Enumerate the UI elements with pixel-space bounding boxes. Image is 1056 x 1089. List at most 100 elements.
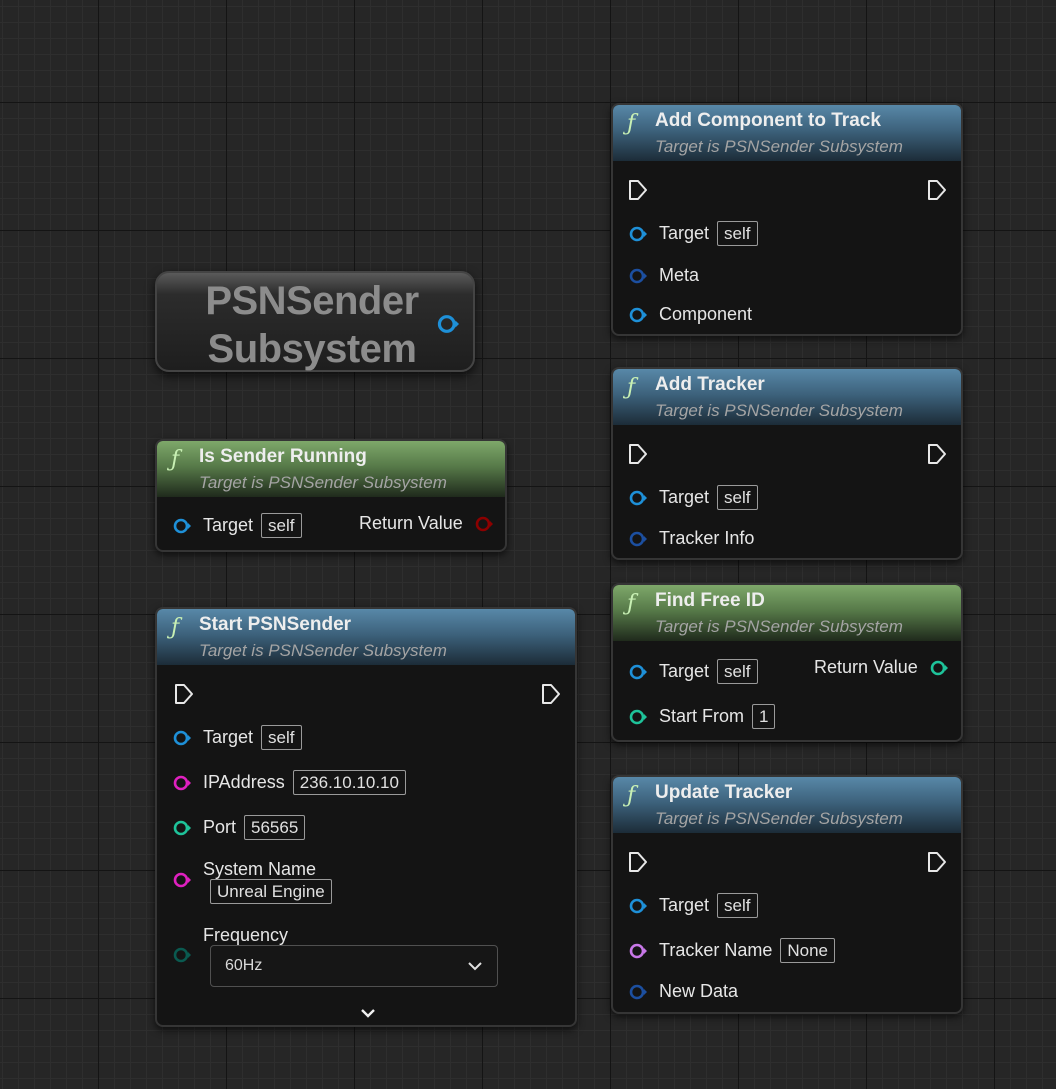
node-header: ƒ Add Component to Track Target is PSNSe… [613,105,961,161]
tracker-name-pin[interactable] [629,942,647,960]
component-pin-row: Component [629,304,752,325]
frequency-selected-value: 60Hz [225,957,263,974]
is-sender-running-node[interactable]: ƒ Is Sender Running Target is PSNSender … [155,439,507,552]
frequency-label: Frequency [203,925,289,945]
system-name-pin[interactable] [173,871,191,889]
target-label: Target [203,515,254,535]
meta-pin[interactable] [629,267,647,285]
subsystem-title-line2: Subsystem [207,327,417,371]
subsystem-node-title: PSNSender Subsystem [157,277,467,373]
system-name-pin-row [173,871,203,889]
target-pin-row: Target self [173,725,302,750]
expand-advanced-chevron-icon[interactable] [359,1007,377,1019]
target-pin[interactable] [629,225,647,243]
target-pin[interactable] [173,729,191,747]
node-title: Add Component to Track [655,110,881,131]
frequency-pin[interactable] [173,946,191,964]
update-tracker-node[interactable]: ƒ Update Tracker Target is PSNSender Sub… [611,775,963,1014]
tracker-info-label: Tracker Info [659,528,755,548]
target-pin[interactable] [629,897,647,915]
target-pin[interactable] [629,489,647,507]
function-icon: ƒ [627,783,636,808]
port-label: Port [203,817,237,837]
chevron-down-icon [468,962,482,971]
target-label: Target [659,223,710,243]
function-icon: ƒ [627,591,636,616]
target-pin-row: Target self [629,659,758,684]
meta-label: Meta [659,265,700,285]
tracker-name-label: Tracker Name [659,940,773,960]
new-data-pin-row: New Data [629,981,738,1002]
function-icon: ƒ [627,111,636,136]
node-header: ƒ Start PSNSender Target is PSNSender Su… [157,609,575,665]
frequency-pin-row [173,946,203,964]
return-value-label: Return Value [814,657,918,677]
ipaddress-input[interactable]: 236.10.10.10 [292,770,406,795]
exec-out-pin[interactable] [926,443,948,465]
target-value-field[interactable]: self [261,725,302,750]
node-title: Add Tracker [655,374,765,395]
node-header: ƒ Add Tracker Target is PSNSender Subsys… [613,369,961,425]
node-subtitle: Target is PSNSender Subsystem [655,617,903,636]
port-input[interactable]: 56565 [244,815,306,840]
function-icon: ƒ [627,375,636,400]
target-value-field[interactable]: self [717,485,758,510]
target-value-field[interactable]: self [717,221,758,246]
tracker-info-pin[interactable] [629,530,647,548]
return-value-pin-row: Return Value [814,657,948,678]
ipaddress-pin-row: IPAddress 236.10.10.10 [173,770,406,795]
exec-out-pin[interactable] [926,851,948,873]
add-component-to-track-node[interactable]: ƒ Add Component to Track Target is PSNSe… [611,103,963,336]
return-value-pin-row: Return Value [359,513,493,534]
exec-in-pin[interactable] [173,683,195,705]
return-value-pin[interactable] [930,659,948,677]
node-subtitle: Target is PSNSender Subsystem [655,809,903,828]
return-value-pin[interactable] [475,515,493,533]
target-pin[interactable] [629,663,647,681]
start-from-input[interactable]: 1 [752,704,776,729]
node-subtitle: Target is PSNSender Subsystem [655,137,903,156]
target-pin[interactable] [173,517,191,535]
component-label: Component [659,304,753,324]
exec-out-pin[interactable] [540,683,562,705]
exec-in-pin[interactable] [627,443,649,465]
node-subtitle: Target is PSNSender Subsystem [199,473,447,492]
function-icon: ƒ [171,447,180,472]
start-from-pin[interactable] [629,708,647,726]
return-value-label: Return Value [359,513,463,533]
frequency-dropdown[interactable]: 60Hz [210,945,498,987]
find-free-id-node[interactable]: ƒ Find Free ID Target is PSNSender Subsy… [611,583,963,742]
exec-in-pin[interactable] [627,179,649,201]
start-from-pin-row: Start From 1 [629,704,776,729]
target-label: Target [659,661,710,681]
exec-in-pin[interactable] [627,851,649,873]
tracker-name-input[interactable]: None [780,938,835,963]
node-subtitle: Target is PSNSender Subsystem [655,401,903,420]
node-header: ƒ Update Tracker Target is PSNSender Sub… [613,777,961,833]
node-title: Start PSNSender [199,614,352,635]
subsystem-output-pin[interactable] [437,313,459,335]
exec-out-pin[interactable] [926,179,948,201]
target-value-field[interactable]: self [717,893,758,918]
start-from-label: Start From [659,706,745,726]
target-value-field[interactable]: self [717,659,758,684]
new-data-label: New Data [659,981,739,1001]
port-pin[interactable] [173,819,191,837]
subsystem-node[interactable]: PSNSender Subsystem [155,271,475,372]
node-title: Find Free ID [655,590,765,611]
node-title: Is Sender Running [199,446,367,467]
start-psnsender-node[interactable]: ƒ Start PSNSender Target is PSNSender Su… [155,607,577,1027]
system-name-input[interactable]: Unreal Engine [210,879,332,904]
tracker-name-pin-row: Tracker Name None [629,938,835,963]
add-tracker-node[interactable]: ƒ Add Tracker Target is PSNSender Subsys… [611,367,963,560]
node-header: ƒ Is Sender Running Target is PSNSender … [157,441,505,497]
target-value-field[interactable]: self [261,513,302,538]
component-pin[interactable] [629,306,647,324]
meta-pin-row: Meta [629,265,699,286]
ipaddress-pin[interactable] [173,774,191,792]
port-pin-row: Port 56565 [173,815,306,840]
new-data-pin[interactable] [629,983,647,1001]
target-pin-row: Target self [629,893,758,918]
ipaddress-label: IPAddress [203,772,285,792]
target-label: Target [659,895,710,915]
